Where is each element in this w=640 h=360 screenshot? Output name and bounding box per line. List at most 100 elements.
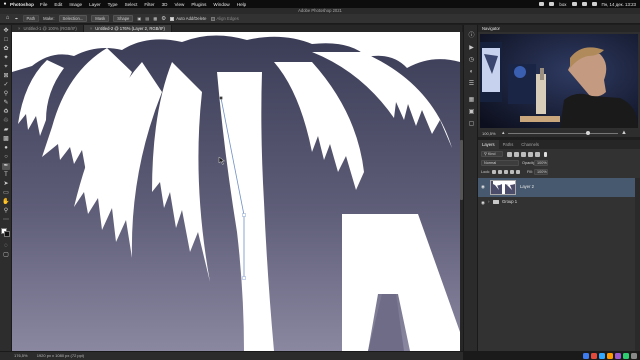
menu-filter[interactable]: Filter <box>144 2 154 7</box>
clone-stamp-tool-icon[interactable]: ♻ <box>2 109 10 116</box>
menu-3d[interactable]: 3D <box>162 2 168 7</box>
gear-icon[interactable]: ⚙ <box>161 16 166 22</box>
navigator-zoom-value[interactable]: 100,5% <box>482 131 496 136</box>
filter-adjustment-icon[interactable] <box>514 152 519 157</box>
menu-type[interactable]: Type <box>108 2 118 7</box>
libraries-icon[interactable]: ▣ <box>468 109 475 116</box>
anchor-point[interactable] <box>242 213 246 217</box>
group-name[interactable]: Group 1 <box>502 199 517 204</box>
opacity-field[interactable]: 100% <box>534 160 548 166</box>
shape-tool-icon[interactable]: ▭ <box>2 190 10 197</box>
lock-all-icon[interactable] <box>516 170 520 174</box>
menu-select[interactable]: Select <box>125 2 138 7</box>
dodge-tool-icon[interactable]: ○ <box>2 154 10 161</box>
group-row[interactable]: ◉ › Group 1 <box>478 198 635 206</box>
more-tools-icon[interactable]: ⋯ <box>2 217 10 224</box>
lasso-tool-icon[interactable]: ✿ <box>2 46 10 53</box>
type-tool-icon[interactable]: T <box>2 172 10 179</box>
navigator-preview[interactable] <box>480 34 638 128</box>
home-icon[interactable]: ⌂ <box>4 15 11 22</box>
tab-untitled-1[interactable]: × Untitled-1 @ 100% (RGB/8*) <box>12 25 84 32</box>
app-menu[interactable]: Photoshop <box>10 2 34 7</box>
document-info[interactable]: 1920 px x 1080 px (72 ppi) <box>37 353 84 358</box>
eraser-tool-icon[interactable]: ▰ <box>2 127 10 134</box>
zoom-slider[interactable] <box>508 133 618 134</box>
chevron-right-icon[interactable]: › <box>488 199 490 204</box>
screen-mode-icon[interactable]: ▢ <box>2 252 10 259</box>
zoom-level[interactable]: 176,5% <box>14 353 28 358</box>
healing-brush-tool-icon[interactable]: ⚲ <box>2 91 10 98</box>
path-alignment-icon[interactable]: ▤ <box>145 16 149 21</box>
tab-untitled-2[interactable]: × Untitled-2 @ 176% (Layer 2, RGB/8*) <box>83 25 172 32</box>
filter-type-icon[interactable] <box>521 152 526 157</box>
menu-help[interactable]: Help <box>237 2 246 7</box>
adjustments-icon[interactable]: ◐ <box>468 69 475 76</box>
menu-image[interactable]: Image <box>69 2 82 7</box>
zoom-slider-handle[interactable] <box>586 131 590 135</box>
swatches-icon[interactable]: ▦ <box>468 97 475 104</box>
marquee-tool-icon[interactable]: □ <box>2 37 10 44</box>
zoom-out-icon[interactable]: ▴ <box>502 130 505 137</box>
properties-icon[interactable]: ☰ <box>468 81 475 88</box>
app-icon[interactable] <box>591 352 597 359</box>
menu-window[interactable]: Window <box>213 2 229 7</box>
filter-shape-icon[interactable] <box>528 152 533 157</box>
path-selection-tool-icon[interactable]: ➤ <box>2 181 10 188</box>
fill-field[interactable]: 100% <box>534 169 548 175</box>
visibility-eye-icon[interactable]: ◉ <box>481 200 485 206</box>
gradient-tool-icon[interactable]: ▩ <box>2 136 10 143</box>
crop-tool-icon[interactable]: ⌖ <box>2 64 10 71</box>
tool-mode-select[interactable]: Path <box>22 15 40 22</box>
menu-view[interactable]: View <box>174 2 184 7</box>
close-icon[interactable]: × <box>90 26 92 31</box>
mask-button[interactable]: Mask <box>91 15 110 22</box>
wifi-icon[interactable] <box>571 2 577 6</box>
selection-button[interactable]: Selection... <box>58 15 88 22</box>
menu-plugins[interactable]: Plugins <box>191 2 206 7</box>
finder-icon[interactable] <box>583 352 589 359</box>
box-status-item[interactable]: box <box>559 2 566 7</box>
background-color-swatch[interactable] <box>4 231 10 237</box>
zoom-in-icon[interactable]: ▲ <box>621 130 627 137</box>
visibility-eye-icon[interactable]: ◉ <box>481 184 486 189</box>
document-canvas[interactable] <box>12 32 460 351</box>
move-tool-icon[interactable]: ✥ <box>2 28 10 35</box>
trash-icon[interactable] <box>631 352 637 359</box>
status-icon[interactable] <box>549 2 555 6</box>
layers-scrollbar[interactable] <box>635 178 640 351</box>
app-icon[interactable] <box>615 352 621 359</box>
tab-paths[interactable]: Paths <box>499 140 518 149</box>
illustrator-icon[interactable] <box>607 352 613 359</box>
layer-row[interactable]: ◉ Layer 2 <box>478 178 635 197</box>
path-operations-icon[interactable]: ▣ <box>137 16 141 21</box>
tab-layers[interactable]: Layers <box>478 140 499 149</box>
lock-position-icon[interactable] <box>504 170 508 174</box>
quick-mask-icon[interactable]: ◌ <box>2 243 10 250</box>
glyphs-icon[interactable]: ▢ <box>468 121 475 128</box>
brush-tool-icon[interactable]: ✎ <box>2 100 10 107</box>
lock-pixels-icon[interactable] <box>498 170 502 174</box>
filter-toggle-icon[interactable] <box>544 152 547 157</box>
apple-icon[interactable]: ● <box>0 1 10 7</box>
filter-pixel-icon[interactable] <box>507 152 512 157</box>
pen-tool-icon[interactable]: ✒ <box>2 163 10 170</box>
layer-name[interactable]: Layer 2 <box>520 184 534 189</box>
path-arrangement-icon[interactable]: ▩ <box>153 16 157 21</box>
clock[interactable]: Пн, 14 дек. 13:23 <box>602 2 636 7</box>
shape-button[interactable]: Shape <box>113 15 134 22</box>
info-icon[interactable]: ⓘ <box>468 33 475 40</box>
menu-file[interactable]: File <box>40 2 47 7</box>
layer-filter-select[interactable]: ⚲ Kind <box>481 151 503 157</box>
quick-select-tool-icon[interactable]: ✦ <box>2 55 10 62</box>
tab-channels[interactable]: Channels <box>517 140 543 149</box>
anchor-point[interactable] <box>242 276 246 280</box>
play-icon[interactable]: ▶ <box>468 45 475 52</box>
align-edges-checkbox[interactable]: Align Edges <box>210 16 239 21</box>
lock-transparency-icon[interactable] <box>492 170 496 174</box>
filter-smart-object-icon[interactable] <box>535 152 540 157</box>
blend-mode-select[interactable]: Normal <box>481 160 519 166</box>
menu-edit[interactable]: Edit <box>54 2 62 7</box>
history-icon[interactable]: ◷ <box>468 57 475 64</box>
auto-add-delete-checkbox[interactable]: Auto Add/Delete <box>170 16 207 21</box>
control-center-icon[interactable] <box>591 2 597 6</box>
